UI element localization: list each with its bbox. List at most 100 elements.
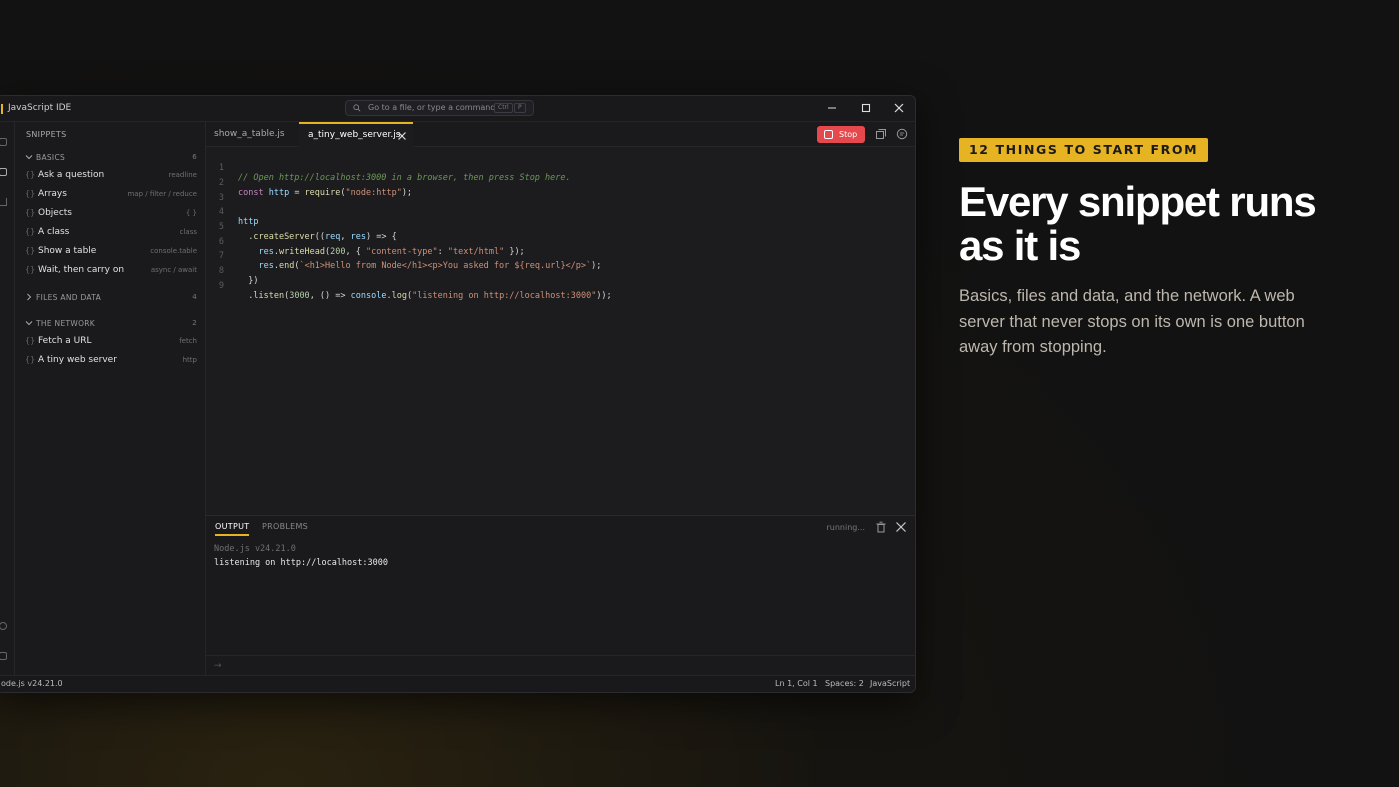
- app-logo: [1, 104, 3, 114]
- output-panel: OUTPUT PROBLEMS running... Node.js v24.2…: [206, 515, 915, 677]
- snippet-label: Objects: [38, 208, 73, 218]
- tab-label: show_a_table.js: [214, 129, 285, 139]
- snippets-header: SNIPPETS: [26, 130, 67, 139]
- language-mode[interactable]: JavaScript: [870, 679, 910, 688]
- group-count: 2: [192, 319, 197, 327]
- tab-show-a-table[interactable]: show_a_table.js: [214, 122, 294, 147]
- snippet-tag: { }: [185, 209, 197, 217]
- status-bar: ode.js v24.21.0 Ln 1, Col 1 Spaces: 2 Ja…: [0, 675, 915, 692]
- stop-button[interactable]: Stop: [817, 126, 865, 143]
- snippet-icon: {}: [25, 246, 36, 255]
- chevron-down-icon: [25, 155, 33, 160]
- snippet-icon: {}: [25, 227, 36, 236]
- snippet-tag: http: [182, 356, 197, 364]
- snippet-tag: console.table: [150, 247, 197, 255]
- promo-headline: Every snippet runs as it is: [959, 178, 1317, 269]
- snippet-a-class[interactable]: {} A class class: [25, 225, 197, 241]
- promo-badge: 12 THINGS TO START FROM: [959, 138, 1209, 162]
- group-label: FILES AND DATA: [36, 293, 102, 302]
- snippet-tag: map / filter / reduce: [127, 190, 197, 198]
- snippet-icon: {}: [25, 336, 36, 345]
- close-panel-icon[interactable]: [895, 521, 907, 533]
- app-title: JavaScript IDE: [8, 103, 72, 113]
- snippet-tag: class: [179, 228, 197, 236]
- chat-icon[interactable]: [896, 128, 908, 140]
- prompt-arrow-icon: →: [214, 661, 222, 671]
- shortcut-key-ctrl: Ctrl: [494, 103, 513, 113]
- search-icon: [353, 104, 361, 112]
- stop-icon: [824, 130, 833, 139]
- code-line: 8 }): [218, 266, 259, 286]
- code-line: 2 const http = require("node:http");: [218, 178, 413, 198]
- tab-output[interactable]: OUTPUT: [215, 522, 250, 536]
- snippet-fetch-a-url[interactable]: {} Fetch a URL fetch: [25, 334, 197, 350]
- group-basics[interactable]: BASICS 6: [25, 152, 197, 164]
- ide-window: JavaScript IDE Go to a file, or type a c…: [0, 95, 916, 693]
- snippet-icon: {}: [25, 189, 36, 198]
- group-the-network[interactable]: THE NETWORK 2: [25, 318, 197, 330]
- output-line: listening on http://localhost:3000: [214, 558, 388, 568]
- snippet-ask-a-question[interactable]: {} Ask a question readline: [25, 168, 197, 184]
- console-input[interactable]: →: [206, 655, 915, 677]
- snippet-label: A tiny web server: [38, 355, 117, 365]
- code-line: 5 .createServer((req, res) => {: [218, 222, 397, 242]
- code-line: 3: [218, 193, 224, 203]
- settings-icon[interactable]: [0, 652, 7, 660]
- stop-label: Stop: [839, 130, 858, 139]
- code-line: 7 res.end(`<h1>Hello from Node</h1><p>Yo…: [218, 251, 602, 271]
- snippet-label: Wait, then carry on: [38, 265, 125, 275]
- editor-tabs: show_a_table.js a_tiny_web_server.js Sto…: [206, 122, 915, 147]
- cursor-position[interactable]: Ln 1, Col 1: [775, 679, 818, 688]
- minimize-icon[interactable]: [825, 101, 839, 115]
- snippet-tag: readline: [168, 171, 197, 179]
- snippets-sidebar: SNIPPETS BASICS 6 {} Ask a question read…: [0, 122, 206, 675]
- snippet-label: Ask a question: [38, 170, 105, 180]
- code-editor[interactable]: 1 // Open http://localhost:3000 in a bro…: [206, 147, 915, 515]
- tab-problems[interactable]: PROBLEMS: [262, 522, 308, 531]
- code-line: 6 res.writeHead(200, { "content-type": "…: [218, 237, 525, 257]
- snippet-tag: async / await: [150, 266, 197, 274]
- activity-bar: [0, 122, 15, 675]
- snippet-a-tiny-web-server[interactable]: {} A tiny web server http: [25, 353, 197, 369]
- snippet-tag: fetch: [179, 337, 197, 345]
- code-line: 1 // Open http://localhost:3000 in a bro…: [218, 163, 571, 183]
- group-label: THE NETWORK: [36, 319, 96, 328]
- snippets-icon[interactable]: [0, 168, 7, 176]
- command-palette-input[interactable]: Go to a file, or type a command Ctrl P: [345, 100, 534, 116]
- runtime-version: ode.js v24.21.0: [1, 679, 63, 688]
- snippet-label: Show a table: [38, 246, 97, 256]
- close-tab-icon[interactable]: [397, 131, 407, 141]
- group-files-and-data[interactable]: FILES AND DATA 4: [25, 292, 197, 304]
- copy-icon[interactable]: [875, 128, 887, 140]
- snippet-icon: {}: [25, 170, 36, 179]
- files-icon[interactable]: [0, 138, 7, 146]
- output-line: Node.js v24.21.0: [214, 544, 296, 554]
- maximize-icon[interactable]: [859, 101, 873, 115]
- promo-description: Basics, files and data, and the network.…: [959, 287, 1305, 356]
- chevron-right-icon: [27, 293, 32, 301]
- snippet-show-a-table[interactable]: {} Show a table console.table: [25, 244, 197, 260]
- snippet-icon: {}: [25, 208, 36, 217]
- group-count: 6: [192, 153, 197, 161]
- snippet-label: Fetch a URL: [38, 336, 92, 346]
- tab-a-tiny-web-server[interactable]: a_tiny_web_server.js: [299, 122, 413, 147]
- chevron-down-icon: [25, 321, 33, 326]
- snippet-icon: {}: [25, 265, 36, 274]
- snippet-objects[interactable]: {} Objects { }: [25, 206, 197, 222]
- snippet-label: A class: [38, 227, 70, 237]
- tab-label: a_tiny_web_server.js: [308, 130, 401, 140]
- indentation[interactable]: Spaces: 2: [825, 679, 864, 688]
- code-line: 4 http: [218, 207, 259, 227]
- snippet-arrays[interactable]: {} Arrays map / filter / reduce: [25, 187, 197, 203]
- snippet-wait-then-carry-on[interactable]: {} Wait, then carry on async / await: [25, 263, 197, 279]
- snippet-icon: {}: [25, 355, 36, 364]
- snippet-label: Arrays: [38, 189, 67, 199]
- run-icon[interactable]: [0, 198, 7, 206]
- group-count: 4: [192, 293, 197, 301]
- account-icon[interactable]: [0, 622, 7, 630]
- trash-icon[interactable]: [875, 521, 887, 533]
- run-status: running...: [826, 523, 866, 532]
- title-bar: JavaScript IDE Go to a file, or type a c…: [0, 96, 915, 122]
- close-window-icon[interactable]: [892, 101, 906, 115]
- command-palette-placeholder: Go to a file, or type a command: [368, 103, 496, 112]
